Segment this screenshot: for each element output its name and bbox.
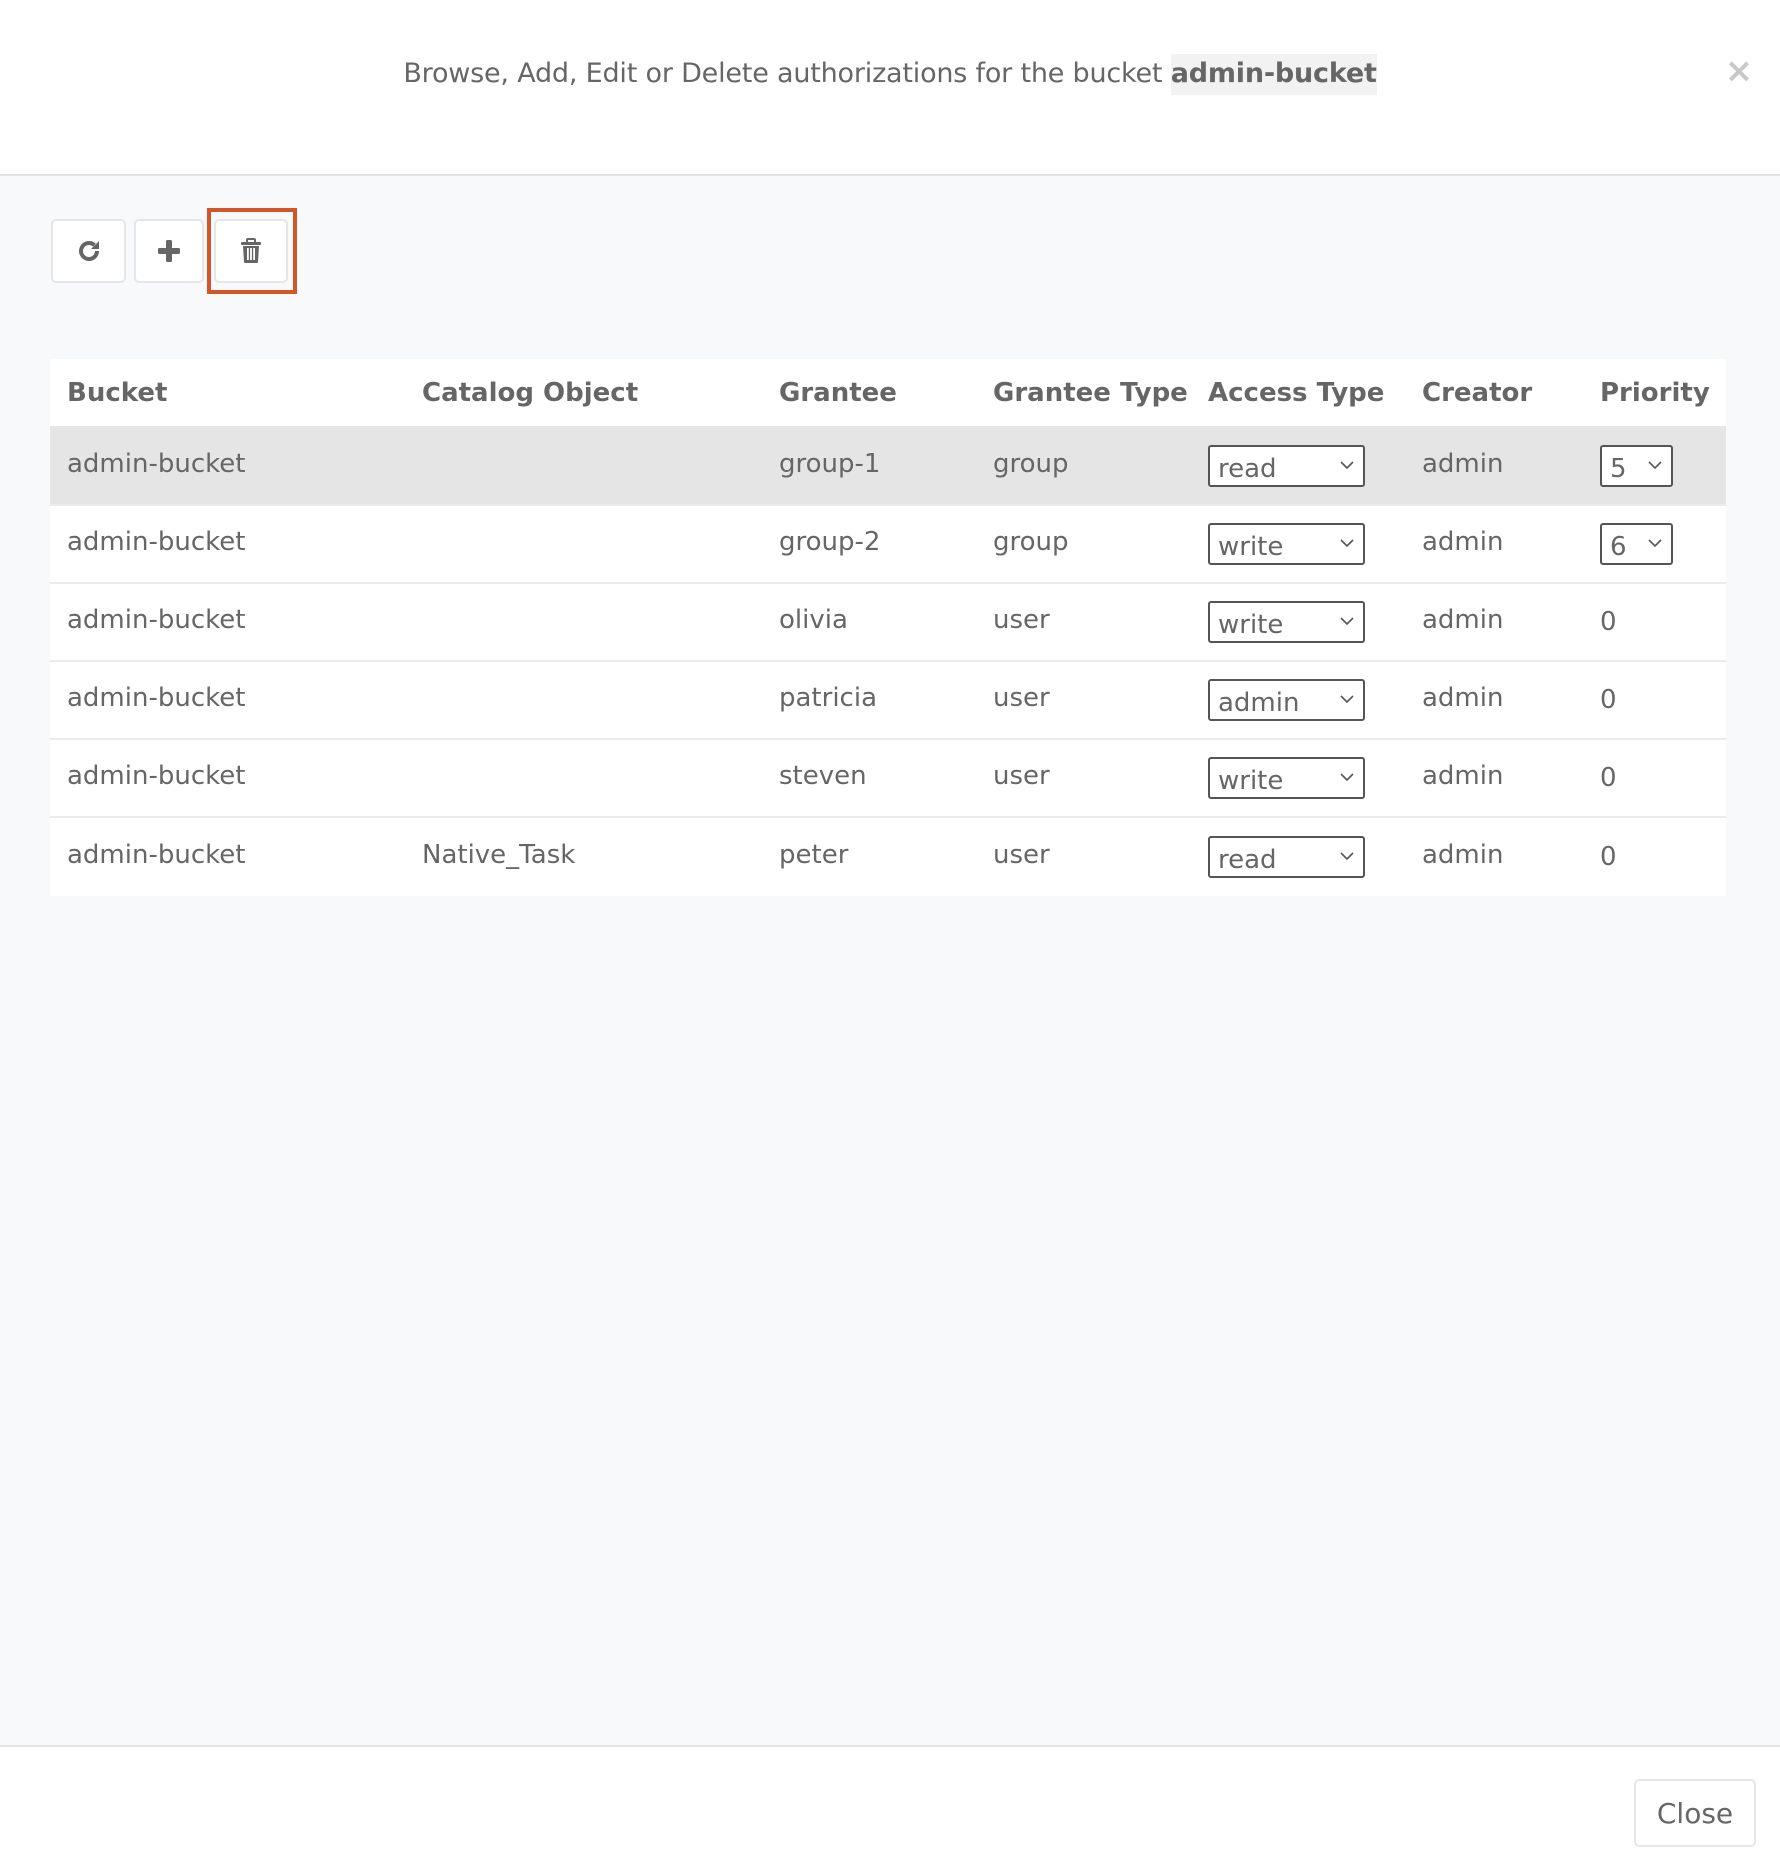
priority-select[interactable]: 5: [1600, 445, 1673, 487]
table-row[interactable]: admin-bucket group-1 group read admin 5: [50, 428, 1726, 506]
priority-value: 0: [1600, 763, 1617, 793]
cell-grantee-type: group: [993, 449, 1069, 479]
cell-priority: 0: [1600, 662, 1617, 738]
cell-bucket: admin-bucket: [67, 527, 246, 557]
modal-header: Browse, Add, Edit or Delete authorizatio…: [0, 0, 1780, 176]
trash-icon: [240, 238, 262, 264]
access-type-value: write: [1218, 532, 1284, 562]
table-row[interactable]: admin-bucket Native_Task peter user read admi…: [50, 818, 1726, 896]
cell-priority: 5: [1600, 428, 1673, 504]
refresh-icon: [76, 238, 102, 264]
priority-value: 5: [1610, 454, 1627, 484]
close-button[interactable]: Close: [1634, 1779, 1756, 1847]
cell-grantee: olivia: [779, 605, 848, 635]
chevron-down-icon: [1340, 773, 1354, 782]
add-button[interactable]: [134, 219, 204, 283]
column-header-grantee-type[interactable]: Grantee Type: [993, 359, 1188, 426]
access-type-value: admin: [1218, 688, 1300, 718]
cell-priority: 0: [1600, 740, 1617, 816]
access-type-select[interactable]: read: [1208, 445, 1365, 487]
delete-button[interactable]: [214, 219, 288, 283]
access-type-select[interactable]: write: [1208, 523, 1365, 565]
table-row[interactable]: admin-bucket group-2 group write admin 6: [50, 506, 1726, 584]
cell-access-type: read: [1208, 428, 1365, 504]
cell-creator: admin: [1422, 449, 1504, 479]
table-row[interactable]: admin-bucket olivia user write admin 0: [50, 584, 1726, 662]
cell-creator: admin: [1422, 761, 1504, 791]
access-type-value: read: [1218, 845, 1277, 875]
access-type-select[interactable]: write: [1208, 601, 1365, 643]
cell-bucket: admin-bucket: [67, 840, 246, 870]
cell-creator: admin: [1422, 840, 1504, 870]
priority-value: 0: [1600, 607, 1617, 637]
cell-access-type: admin: [1208, 662, 1365, 738]
column-header-grantee[interactable]: Grantee: [779, 359, 897, 426]
chevron-down-icon: [1340, 852, 1354, 861]
column-header-creator[interactable]: Creator: [1422, 359, 1532, 426]
access-type-select[interactable]: read: [1208, 836, 1365, 878]
cell-creator: admin: [1422, 683, 1504, 713]
chevron-down-icon: [1340, 617, 1354, 626]
cell-creator: admin: [1422, 527, 1504, 557]
chevron-down-icon: [1340, 539, 1354, 548]
cell-bucket: admin-bucket: [67, 605, 246, 635]
cell-grantee: group-1: [779, 449, 881, 479]
table-row[interactable]: admin-bucket patricia user admin admin 0: [50, 662, 1726, 740]
table-row[interactable]: admin-bucket steven user write admin 0: [50, 740, 1726, 818]
cell-access-type: write: [1208, 584, 1365, 660]
column-header-bucket[interactable]: Bucket: [67, 359, 167, 426]
chevron-down-icon: [1648, 461, 1662, 470]
authorizations-table: Bucket Catalog Object Grantee Grantee Ty…: [50, 359, 1726, 896]
cell-grantee-type: user: [993, 683, 1050, 713]
table-header-row: Bucket Catalog Object Grantee Grantee Ty…: [50, 359, 1726, 428]
table-body: admin-bucket group-1 group read admin 5 admin-…: [50, 428, 1726, 896]
plus-icon: [157, 239, 181, 263]
title-prefix: Browse, Add, Edit or Delete authorizatio…: [403, 58, 1171, 89]
cell-bucket: admin-bucket: [67, 683, 246, 713]
modal-footer: Close: [0, 1745, 1780, 1866]
cell-access-type: write: [1208, 740, 1365, 816]
access-type-value: write: [1218, 610, 1284, 640]
cell-grantee: steven: [779, 761, 867, 791]
cell-priority: 0: [1600, 818, 1617, 896]
priority-select[interactable]: 6: [1600, 523, 1673, 565]
modal-title: Browse, Add, Edit or Delete authorizatio…: [0, 54, 1780, 95]
cell-creator: admin: [1422, 605, 1504, 635]
cell-catalog-object: Native_Task: [422, 840, 576, 870]
cell-bucket: admin-bucket: [67, 761, 246, 791]
cell-access-type: read: [1208, 818, 1365, 896]
column-header-catalog-object[interactable]: Catalog Object: [422, 359, 638, 426]
cell-grantee-type: user: [993, 761, 1050, 791]
priority-value: 0: [1600, 685, 1617, 715]
chevron-down-icon: [1648, 539, 1662, 548]
cell-grantee: group-2: [779, 527, 881, 557]
close-icon[interactable]: ×: [1722, 54, 1756, 88]
cell-grantee: peter: [779, 840, 849, 870]
column-header-access-type[interactable]: Access Type: [1208, 359, 1384, 426]
cell-bucket: admin-bucket: [67, 449, 246, 479]
cell-grantee-type: user: [993, 605, 1050, 635]
cell-grantee-type: group: [993, 527, 1069, 557]
priority-value: 6: [1610, 532, 1627, 562]
access-type-value: write: [1218, 766, 1284, 796]
cell-grantee: patricia: [779, 683, 877, 713]
column-header-priority[interactable]: Priority: [1600, 359, 1710, 426]
refresh-button[interactable]: [51, 219, 126, 283]
cell-priority: 0: [1600, 584, 1617, 660]
priority-value: 0: [1600, 842, 1617, 872]
cell-priority: 6: [1600, 506, 1673, 582]
bucket-name: admin-bucket: [1170, 54, 1377, 95]
access-type-select[interactable]: write: [1208, 757, 1365, 799]
cell-access-type: write: [1208, 506, 1365, 582]
access-type-select[interactable]: admin: [1208, 679, 1365, 721]
cell-grantee-type: user: [993, 840, 1050, 870]
chevron-down-icon: [1340, 461, 1354, 470]
access-type-value: read: [1218, 454, 1277, 484]
chevron-down-icon: [1340, 695, 1354, 704]
